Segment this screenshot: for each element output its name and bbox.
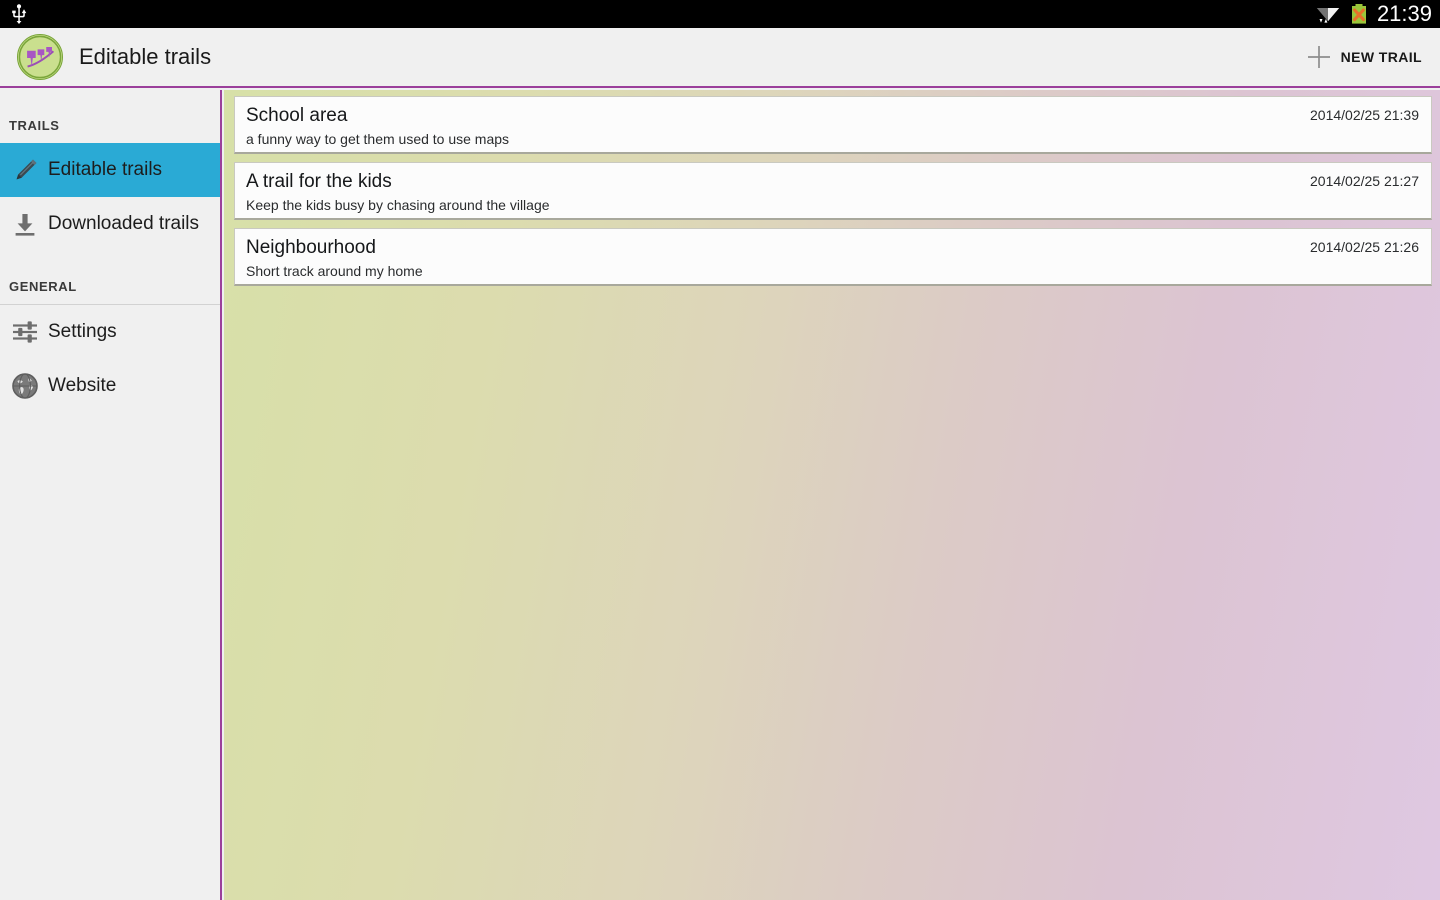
pencil-icon bbox=[16, 159, 37, 180]
wifi-icon bbox=[1316, 8, 1340, 23]
trail-list-item[interactable]: Neighbourhood Short track around my home… bbox=[234, 228, 1432, 286]
trail-text: School area a funny way to get them used… bbox=[246, 104, 509, 149]
sidebar-item-downloaded-trails[interactable]: Downloaded trails bbox=[0, 197, 220, 251]
trail-title: School area bbox=[246, 105, 348, 126]
trail-date: 2014/02/25 21:27 bbox=[1310, 173, 1419, 189]
trail-list-item[interactable]: School area a funny way to get them used… bbox=[234, 96, 1432, 154]
sidebar-item-website[interactable]: Website bbox=[0, 359, 220, 413]
sidebar-item-settings[interactable]: Settings bbox=[0, 305, 220, 359]
trail-list-item[interactable]: A trail for the kids Keep the kids busy … bbox=[234, 162, 1432, 220]
sidebar-section-header-trails: TRAILS bbox=[9, 118, 60, 133]
globe-icon bbox=[12, 373, 38, 399]
page-title: Editable trails bbox=[79, 44, 212, 69]
trail-text: A trail for the kids Keep the kids busy … bbox=[246, 170, 550, 215]
usb-icon bbox=[12, 4, 27, 24]
trail-date: 2014/02/25 21:39 bbox=[1310, 107, 1419, 123]
status-clock: 21:39 bbox=[1376, 0, 1432, 26]
sidebar-item-label: Website bbox=[48, 375, 117, 396]
sidebar-item-label: Downloaded trails bbox=[48, 213, 200, 234]
plus-icon bbox=[1307, 46, 1330, 68]
status-bar-right: 21:39 bbox=[1315, 0, 1440, 26]
status-bar: 21:39 bbox=[0, 0, 1440, 28]
new-trail-button[interactable]: NEW TRAIL bbox=[1302, 29, 1426, 85]
trail-list: School area a funny way to get them used… bbox=[224, 90, 1440, 900]
sidebar-section-header-general: GENERAL bbox=[9, 279, 77, 294]
action-bar: Editable trails NEW TRAIL bbox=[0, 28, 1440, 88]
trail-description: Short track around my home bbox=[246, 263, 423, 279]
app-logo-trail-pins-icon bbox=[17, 34, 63, 80]
battery-no-charge-icon bbox=[1351, 4, 1366, 24]
trail-text: Neighbourhood Short track around my home bbox=[246, 236, 423, 281]
status-bar-left bbox=[0, 4, 28, 24]
download-icon bbox=[15, 214, 35, 236]
trail-date: 2014/02/25 21:26 bbox=[1310, 239, 1419, 255]
trail-description: Keep the kids busy by chasing around the… bbox=[246, 197, 550, 213]
trail-title: A trail for the kids bbox=[246, 171, 392, 192]
sidebar-item-label: Editable trails bbox=[48, 159, 163, 180]
sidebar-item-editable-trails[interactable]: Editable trails bbox=[0, 143, 220, 197]
trail-description: a funny way to get them used to use maps bbox=[246, 131, 510, 147]
sidebar: TRAILS Editable trails Downloaded trails… bbox=[0, 90, 222, 900]
new-trail-label: NEW TRAIL bbox=[1340, 49, 1422, 65]
sidebar-item-label: Settings bbox=[48, 321, 117, 342]
sliders-icon bbox=[13, 321, 37, 343]
trail-title: Neighbourhood bbox=[246, 237, 376, 258]
